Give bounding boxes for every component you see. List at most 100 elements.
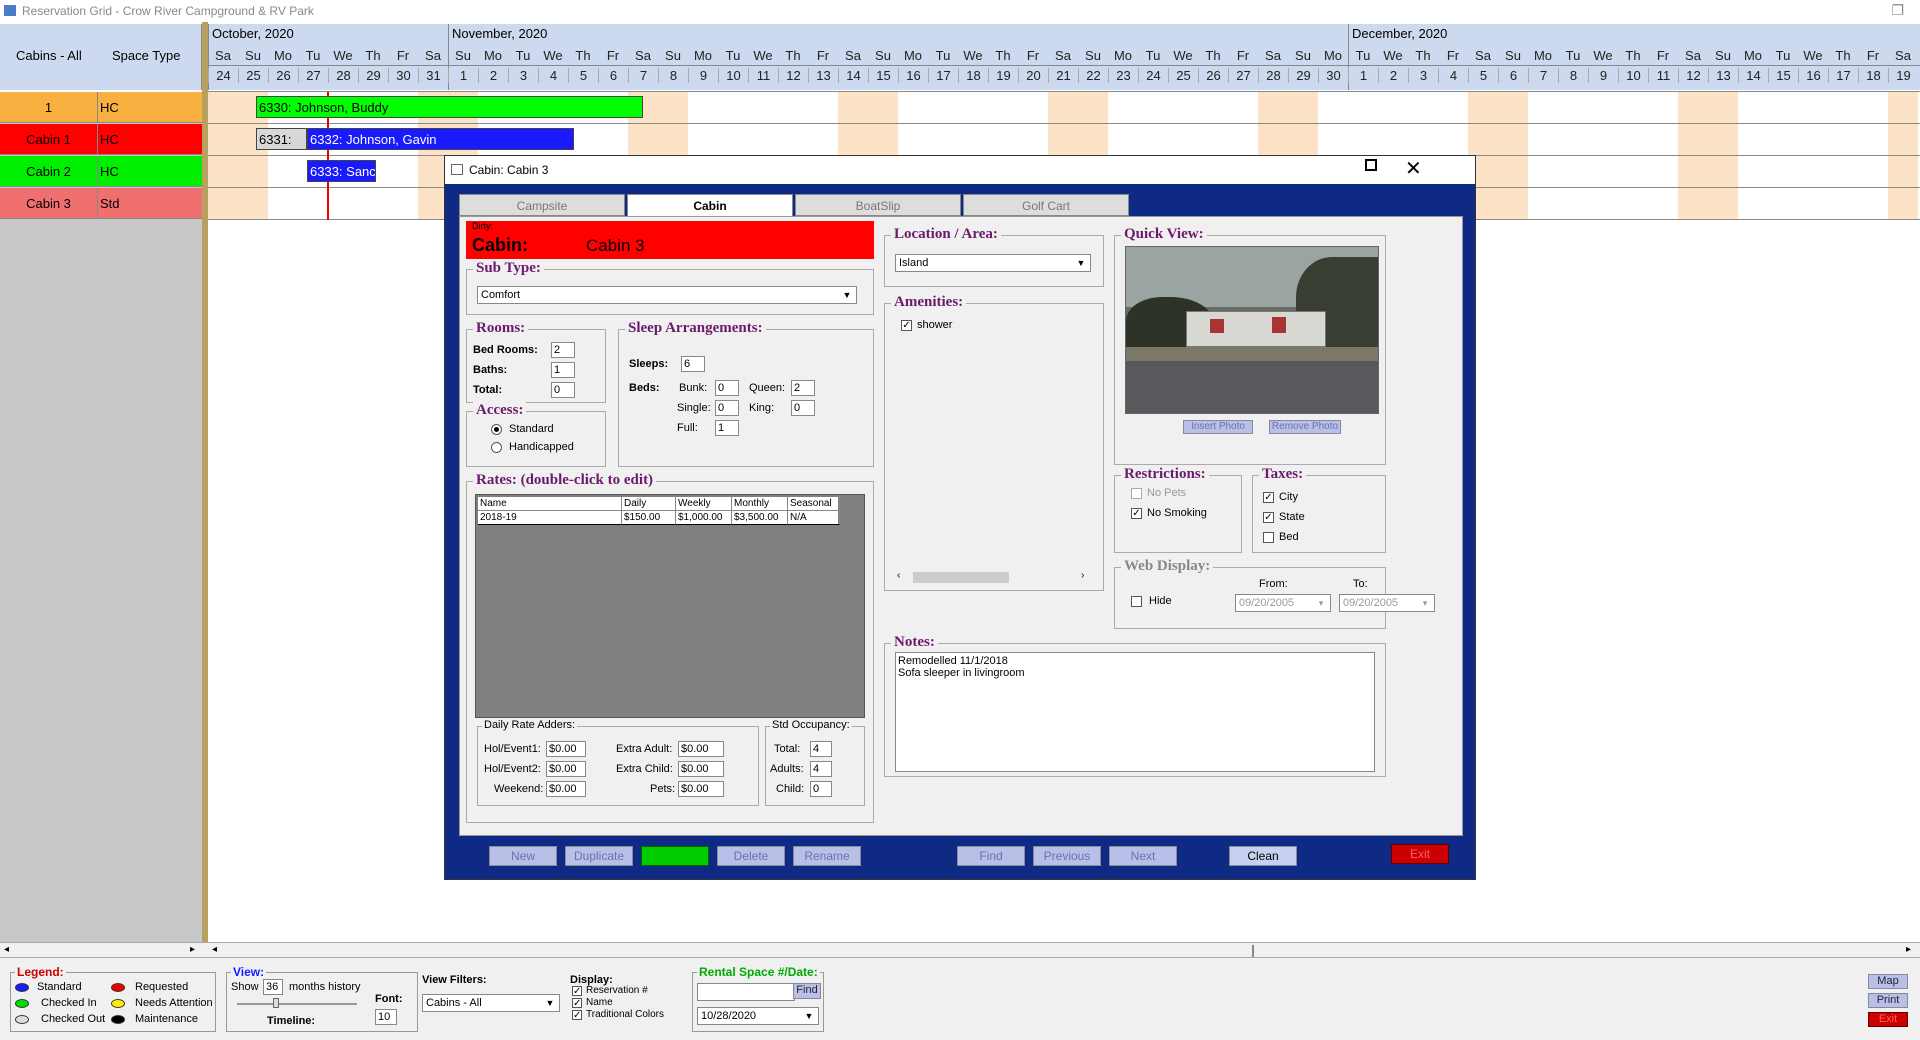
new-button[interactable]: New (489, 846, 557, 866)
bedrooms-input[interactable]: 2 (551, 342, 575, 358)
day-number[interactable]: 19 (988, 68, 1018, 83)
day-number[interactable]: 26 (1198, 68, 1228, 83)
cabins-header[interactable]: Cabins - All (16, 48, 82, 63)
handicapped-radio[interactable] (491, 442, 502, 453)
save-button[interactable] (641, 846, 709, 866)
reservation-bar[interactable]: 6333: Sanchez, Joe (307, 160, 376, 182)
find-button[interactable]: Find (957, 846, 1025, 866)
day-number[interactable]: 28 (328, 68, 358, 83)
scroll-left-icon[interactable]: ◂ (212, 944, 217, 955)
space-type-header[interactable]: Space Type (112, 48, 180, 63)
timeline-slider-thumb[interactable] (273, 998, 279, 1008)
horizontal-scrollbar[interactable]: ◂ ▸ ◂ ▸ (0, 942, 1920, 958)
day-number[interactable]: 29 (1288, 68, 1318, 83)
hol2-input[interactable]: $0.00 (546, 761, 586, 777)
day-number[interactable]: 17 (928, 68, 958, 83)
day-number[interactable]: 2 (478, 68, 508, 83)
reservation-bar[interactable]: 6332: Johnson, Gavin (307, 128, 574, 150)
day-number[interactable]: 4 (1438, 68, 1468, 83)
map-button[interactable]: Map (1868, 974, 1908, 989)
day-number[interactable]: 6 (1498, 68, 1528, 83)
extra-child-input[interactable]: $0.00 (678, 761, 724, 777)
tab-boatslip[interactable]: BoatSlip (795, 194, 961, 216)
rates-column-header[interactable]: Weekly (676, 497, 732, 511)
day-number[interactable]: 17 (1828, 68, 1858, 83)
day-number[interactable]: 12 (1678, 68, 1708, 83)
day-number[interactable]: 28 (1258, 68, 1288, 83)
space-row[interactable]: Cabin 1 HC (0, 124, 202, 155)
day-number[interactable]: 14 (1738, 68, 1768, 83)
day-number[interactable]: 3 (1408, 68, 1438, 83)
day-number[interactable]: 3 (508, 68, 538, 83)
day-number[interactable]: 25 (1168, 68, 1198, 83)
day-number[interactable]: 23 (1108, 68, 1138, 83)
scroll-left-icon[interactable]: ‹ (897, 570, 900, 581)
day-number[interactable]: 6 (598, 68, 628, 83)
rental-input[interactable] (697, 983, 795, 1001)
day-number[interactable]: 7 (1528, 68, 1558, 83)
day-number[interactable]: 4 (538, 68, 568, 83)
day-number[interactable]: 30 (1318, 68, 1348, 83)
no-smoking-checkbox[interactable]: ✓ (1131, 508, 1142, 519)
location-select[interactable]: Island ▼ (895, 254, 1091, 272)
scroll-thumb[interactable] (1252, 945, 1254, 957)
day-number[interactable]: 15 (868, 68, 898, 83)
day-number[interactable]: 22 (1078, 68, 1108, 83)
day-number[interactable]: 5 (1468, 68, 1498, 83)
hol1-input[interactable]: $0.00 (546, 741, 586, 757)
day-number[interactable]: 16 (1798, 68, 1828, 83)
tab-golf-cart[interactable]: Golf Cart (963, 194, 1129, 216)
previous-button[interactable]: Previous (1033, 846, 1101, 866)
sleeps-input[interactable]: 6 (681, 356, 705, 372)
day-number[interactable]: 11 (1648, 68, 1678, 83)
delete-button[interactable]: Delete (717, 846, 785, 866)
day-number[interactable]: 19 (1888, 68, 1918, 83)
day-number[interactable]: 10 (718, 68, 748, 83)
city-checkbox[interactable]: ✓ (1263, 492, 1274, 503)
insert-photo-button[interactable]: Insert Photo (1183, 420, 1253, 434)
no-pets-checkbox[interactable] (1131, 488, 1142, 499)
single-input[interactable]: 0 (715, 400, 739, 416)
hide-checkbox[interactable] (1131, 596, 1142, 607)
day-number[interactable]: 1 (1348, 68, 1378, 83)
to-date-select[interactable]: 09/20/2005 ▾ (1339, 594, 1435, 612)
duplicate-button[interactable]: Duplicate (565, 846, 633, 866)
amenities-scrollbar[interactable]: ‹ › (895, 570, 1091, 584)
full-input[interactable]: 1 (715, 420, 739, 436)
rename-button[interactable]: Rename (793, 846, 861, 866)
total-rooms-input[interactable]: 0 (551, 382, 575, 398)
notes-textarea[interactable]: Remodelled 11/1/2018 Sofa sleeper in liv… (895, 652, 1375, 772)
weekend-input[interactable]: $0.00 (546, 781, 586, 797)
day-number[interactable]: 8 (658, 68, 688, 83)
space-row[interactable]: Cabin 3 Std (0, 188, 202, 219)
occ-adults-input[interactable]: 4 (810, 761, 832, 777)
day-number[interactable]: 29 (358, 68, 388, 83)
day-number[interactable]: 24 (1138, 68, 1168, 83)
exit-main-button[interactable]: Exit (1868, 1012, 1908, 1027)
day-number[interactable]: 9 (1588, 68, 1618, 83)
day-number[interactable]: 18 (958, 68, 988, 83)
queen-input[interactable]: 2 (791, 380, 815, 396)
rates-column-header[interactable]: Monthly (732, 497, 788, 511)
day-number[interactable]: 15 (1768, 68, 1798, 83)
king-input[interactable]: 0 (791, 400, 815, 416)
bunk-input[interactable]: 0 (715, 380, 739, 396)
day-number[interactable]: 8 (1558, 68, 1588, 83)
pets-input[interactable]: $0.00 (678, 781, 724, 797)
day-number[interactable]: 21 (1048, 68, 1078, 83)
day-number[interactable]: 20 (1018, 68, 1048, 83)
rates-row[interactable]: 2018-19 $150.00 $1,000.00 $3,500.00 N/A (478, 511, 840, 525)
next-button[interactable]: Next (1109, 846, 1177, 866)
close-icon[interactable]: ✕ (1405, 156, 1422, 181)
standard-radio[interactable] (491, 424, 502, 435)
occ-child-input[interactable]: 0 (810, 781, 832, 797)
state-checkbox[interactable]: ✓ (1263, 512, 1274, 523)
day-number[interactable]: 7 (628, 68, 658, 83)
day-number[interactable]: 26 (268, 68, 298, 83)
day-number[interactable]: 25 (238, 68, 268, 83)
day-number[interactable]: 2 (1378, 68, 1408, 83)
bed-tax-checkbox[interactable] (1263, 532, 1274, 543)
day-number[interactable]: 5 (568, 68, 598, 83)
scroll-left-icon[interactable]: ◂ (4, 944, 9, 955)
rental-find-button[interactable]: Find (793, 983, 821, 999)
